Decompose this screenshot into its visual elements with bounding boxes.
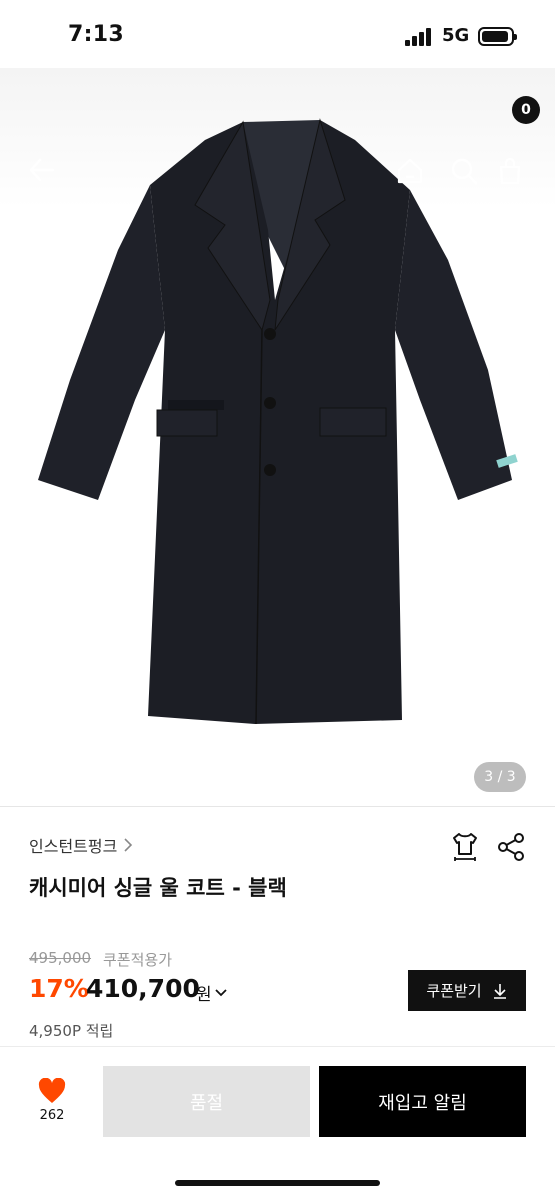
original-price: 495,000: [29, 949, 92, 967]
soldout-button: 품절: [103, 1066, 310, 1137]
network-label: 5G: [442, 25, 470, 46]
home-indicator: [175, 1180, 380, 1186]
restock-alert-button[interactable]: 재입고 알림: [319, 1066, 526, 1137]
search-icon[interactable]: [444, 151, 484, 191]
product-title: 캐시미어 싱글 울 코트 - 블랙: [29, 876, 287, 900]
product-image-gallery[interactable]: 0 3 / 3: [0, 68, 555, 806]
sale-price: 410,700: [86, 974, 200, 1003]
like-count: 262: [39, 1108, 65, 1123]
brand-name: 인스턴트펑크: [29, 837, 118, 856]
brand-link[interactable]: 인스턴트펑크: [29, 833, 133, 857]
back-arrow-icon[interactable]: [22, 150, 62, 190]
status-time: 7:13: [68, 22, 124, 47]
points-info: 4,950P 적립: [29, 1022, 114, 1040]
home-icon[interactable]: [390, 151, 430, 191]
status-bar: 7:13 5G: [0, 0, 555, 68]
currency-label: 원: [196, 985, 212, 1005]
heart-icon: [38, 1078, 66, 1103]
signal-icon: [405, 28, 435, 46]
divider: [0, 1046, 555, 1047]
like-button[interactable]: 262: [30, 1078, 74, 1132]
coupon-button-label: 쿠폰받기: [426, 982, 482, 1000]
image-page-indicator: 3 / 3: [474, 762, 526, 792]
size-guide-icon[interactable]: [448, 830, 482, 864]
cart-icon[interactable]: [490, 151, 530, 191]
battery-icon: [478, 27, 517, 46]
coupon-download-button[interactable]: 쿠폰받기: [408, 970, 526, 1011]
chevron-right-icon: [124, 838, 133, 852]
divider: [0, 806, 555, 807]
share-icon[interactable]: [494, 830, 528, 864]
chevron-down-icon: [215, 988, 227, 996]
download-icon: [493, 983, 506, 999]
price-detail-toggle[interactable]: 원: [196, 980, 227, 1005]
discount-rate: 17%: [29, 974, 89, 1003]
cart-count-badge: 0: [512, 96, 540, 124]
coupon-price-label: 쿠폰적용가: [103, 951, 173, 969]
